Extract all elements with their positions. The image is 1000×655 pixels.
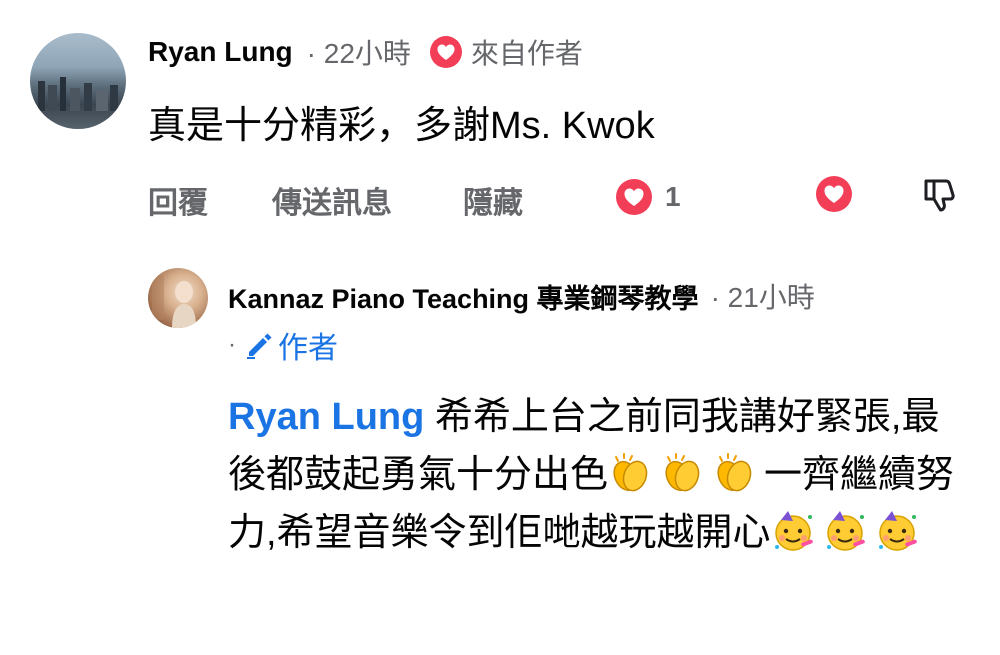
pencil-icon bbox=[244, 330, 274, 360]
reaction-heart-icon bbox=[615, 178, 653, 216]
author-badge-separator: · bbox=[228, 331, 236, 358]
partying-face-emoji bbox=[774, 511, 813, 551]
comment-timestamp[interactable]: · 22小時 bbox=[307, 32, 411, 72]
send-message-button[interactable]: 傳送訊息 bbox=[272, 178, 392, 222]
commenter-avatar[interactable] bbox=[30, 33, 126, 129]
reply-header: Kannaz Piano Teaching 專業鋼琴教學 · 21小時 bbox=[228, 276, 815, 316]
comment-text: 真是十分精彩，多謝Ms. Kwok bbox=[148, 104, 655, 147]
partying-face-emoji bbox=[878, 511, 917, 551]
mention-link[interactable]: Ryan Lung bbox=[228, 396, 424, 438]
author-badge: · 作者 bbox=[228, 325, 338, 365]
clapping-hands-emoji bbox=[717, 453, 752, 492]
thumbs-down-icon[interactable] bbox=[920, 175, 960, 215]
from-author-label: 來自作者 bbox=[470, 38, 583, 69]
comment-header: Ryan Lung · 22小時 來自作者 bbox=[148, 32, 583, 72]
page-avatar[interactable] bbox=[148, 268, 208, 328]
reply-author-name[interactable]: Kannaz Piano Teaching 專業鋼琴教學 bbox=[228, 277, 699, 316]
like-heart-button[interactable] bbox=[815, 175, 853, 213]
clapping-hands-emoji bbox=[613, 453, 648, 492]
hide-button[interactable]: 隱藏 bbox=[463, 178, 523, 222]
comment-author-name[interactable]: Ryan Lung bbox=[148, 36, 293, 68]
author-badge-label: 作者 bbox=[278, 332, 338, 365]
reply-timestamp[interactable]: · 21小時 bbox=[711, 276, 815, 316]
reply-text: Ryan Lung 希希上台之前同我講好緊張,最後都鼓起勇氣十分出色 一齊繼續努力… bbox=[228, 388, 968, 562]
clapping-hands-emoji bbox=[665, 453, 700, 492]
reply-button[interactable]: 回覆 bbox=[148, 178, 208, 222]
reaction-count: 1 bbox=[665, 181, 681, 212]
partying-face-emoji bbox=[826, 511, 865, 551]
reaction-summary[interactable]: 1 bbox=[615, 177, 681, 217]
heart-icon bbox=[429, 35, 463, 69]
